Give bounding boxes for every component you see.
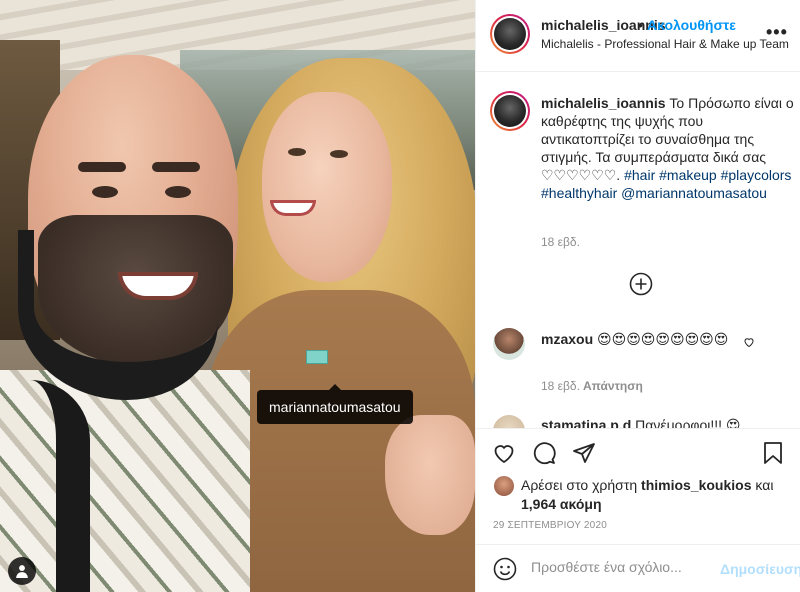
caption-text-block: michalelis_ioannis Το Πρόσωπο είναι ο κα…	[541, 94, 796, 202]
more-options-icon[interactable]: •••	[766, 22, 788, 43]
caption-hearts: ♡♡♡♡♡♡.	[541, 167, 621, 183]
likes-summary: Αρέσει στο χρήστη thimios_koukios και 1,…	[521, 476, 791, 514]
hashtag-link[interactable]: #healthyhair	[541, 185, 617, 201]
load-more-comments-icon[interactable]	[629, 272, 653, 296]
share-icon[interactable]	[572, 441, 596, 465]
comment-icon[interactable]	[532, 441, 556, 465]
hashtag-link[interactable]: #hair	[624, 167, 655, 183]
man-eye	[165, 186, 191, 198]
post-sidebar: michalelis_ioannis • Ακολουθήστε Michale…	[475, 0, 800, 592]
comment-timestamp[interactable]: 18 εβδ.	[541, 379, 580, 393]
woman-eye	[288, 148, 306, 156]
post-header: michalelis_ioannis • Ακολουθήστε Michale…	[476, 0, 800, 72]
caption-avatar[interactable]	[490, 91, 530, 131]
woman-hand	[385, 415, 475, 535]
post-comment-button[interactable]: Δημοσίευση	[720, 561, 800, 577]
author-subtitle[interactable]: Michalelis - Professional Hair & Make up…	[541, 37, 791, 51]
comment-input[interactable]	[531, 559, 701, 575]
likes-count-link[interactable]: 1,964 ακόμη	[521, 496, 602, 512]
heart-icon[interactable]	[492, 441, 516, 465]
man-eyebrow	[152, 162, 200, 172]
bookmark-icon[interactable]	[761, 441, 785, 465]
woman-face	[262, 92, 392, 282]
caption-username[interactable]: michalelis_ioannis	[541, 95, 666, 111]
necklace-pendant	[306, 350, 328, 364]
liker-username[interactable]: thimios_koukios	[641, 477, 751, 493]
comment-item: stamatina.p.d Πανέμορφοι!!! 😍	[493, 415, 793, 429]
user-icon	[16, 565, 28, 578]
likes-prefix: Αρέσει στο χρήστη	[521, 477, 638, 493]
likes-conjunction: και	[755, 477, 774, 493]
post-date[interactable]: 29 ΣΕΠΤΕΜΒΡΙΟΥ 2020	[493, 520, 607, 531]
caption-timestamp[interactable]: 18 εβδ.	[541, 235, 580, 249]
man-eye	[92, 186, 118, 198]
user-tag-label[interactable]: mariannatoumasatou	[257, 384, 413, 424]
comment-text-block: mzaxou 😍😍😍😍😍😍😍😍😍	[541, 330, 751, 348]
tagged-users-button[interactable]	[8, 557, 36, 585]
comment-body: 😍😍😍😍😍😍😍😍😍	[597, 331, 729, 347]
add-comment-bar: Δημοσίευση	[476, 544, 800, 592]
commenter-avatar[interactable]	[493, 415, 525, 429]
man-eyebrow	[78, 162, 126, 172]
header-separator: •	[638, 17, 643, 33]
mention-link[interactable]: @mariannatoumasatou	[621, 185, 767, 201]
reply-button[interactable]: Απάντηση	[583, 379, 643, 393]
woman-eye	[330, 150, 348, 158]
post-modal: mariannatoumasatou michalelis_ioannis • …	[0, 0, 800, 592]
comment-like-heart-icon[interactable]	[743, 336, 755, 348]
commenter-username[interactable]: mzaxou	[541, 331, 593, 347]
emoji-icon[interactable]	[493, 557, 517, 581]
post-actions: Αρέσει στο χρήστη thimios_koukios και 1,…	[476, 428, 800, 544]
follow-button[interactable]: Ακολουθήστε	[647, 17, 736, 33]
hashtag-link[interactable]: #playcolors	[721, 167, 792, 183]
hashtag-link[interactable]: #makeup	[659, 167, 717, 183]
liker-avatar[interactable]	[494, 476, 514, 496]
post-photo[interactable]: mariannatoumasatou	[0, 0, 475, 592]
author-avatar[interactable]	[490, 14, 530, 54]
commenter-avatar[interactable]	[493, 328, 525, 360]
